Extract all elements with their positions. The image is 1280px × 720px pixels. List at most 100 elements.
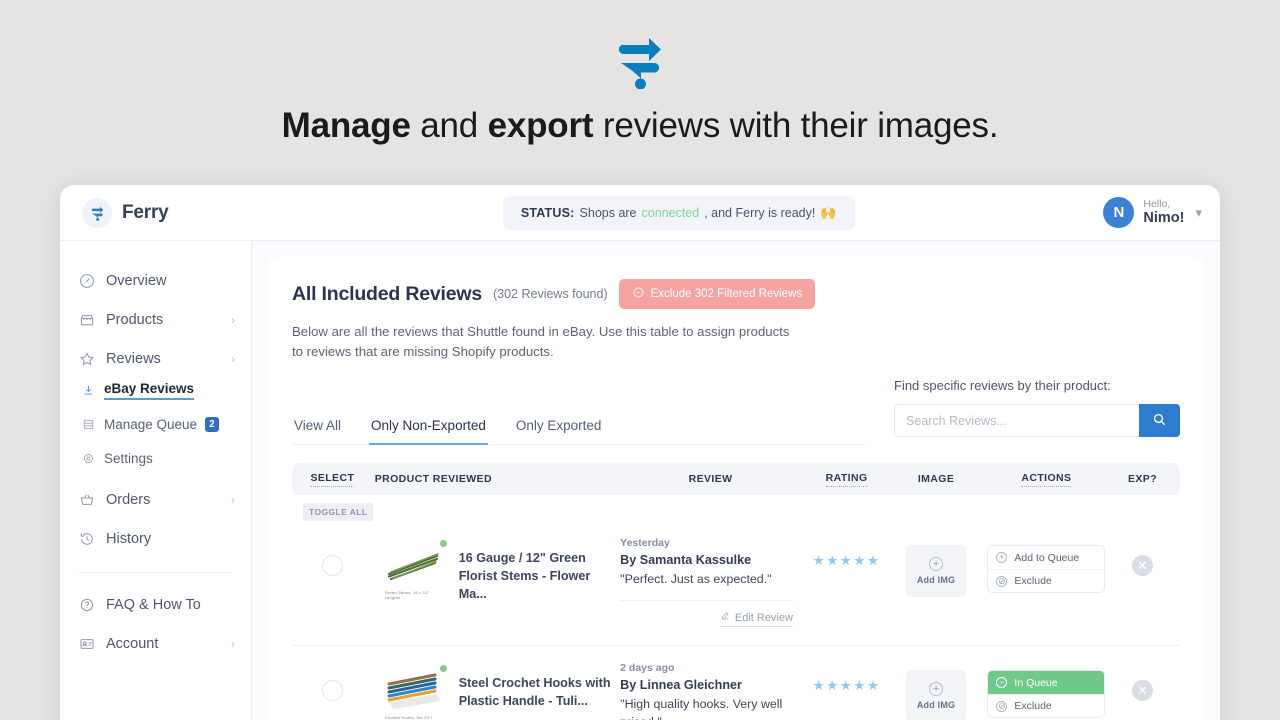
user-menu[interactable]: N Hello, Nimo! ▾ (1103, 197, 1202, 228)
sidebar-item-faq[interactable]: FAQ & How To (60, 585, 251, 624)
edit-review-wrap: Edit Review (620, 600, 793, 627)
ban-icon: ⊘ (996, 575, 1008, 587)
sidebar-item-reviews[interactable]: Reviews › (60, 339, 251, 378)
not-exported-icon[interactable]: ✕ (1132, 555, 1153, 576)
row-rating-cell: ★★★★★ (801, 662, 892, 694)
id-card-icon (78, 635, 95, 652)
add-to-queue-button[interactable]: + Add to Queue (988, 546, 1104, 569)
headline-tail: reviews with their images. (593, 106, 999, 145)
row-select-cell (300, 537, 365, 576)
sidebar-item-orders[interactable]: Orders › (60, 480, 251, 519)
hero-headline: Manage and export reviews with their ima… (0, 103, 1280, 149)
minus-circle-icon: − (996, 677, 1008, 688)
status-banner: STATUS: Shops are connected , and Ferry … (502, 195, 855, 230)
page-description: Below are all the reviews that Shuttle f… (292, 324, 790, 359)
status-connected: connected (641, 205, 700, 220)
sidebar-item-history[interactable]: History (60, 519, 251, 558)
sidebar-item-settings[interactable]: Settings (82, 446, 251, 471)
exclude-row-button[interactable]: ⊘ Exclude (988, 694, 1105, 717)
row-rating-cell: ★★★★★ (801, 537, 892, 569)
status-text-before: Shops are (579, 205, 637, 220)
sidebar-item-manage-queue[interactable]: Manage Queue 2 (82, 412, 251, 437)
user-name: Nimo! (1143, 210, 1185, 227)
status-label: STATUS: (520, 205, 575, 220)
ferry-logo-icon (618, 38, 661, 89)
search-row (894, 404, 1180, 437)
page-root: Manage and export reviews with their ima… (0, 0, 1280, 720)
chevron-right-icon: › (231, 636, 235, 651)
table-row: Crochet Hooks, Set Of 7 Sizes Steel Croc… (292, 646, 1180, 720)
list-icon (82, 418, 96, 432)
col-rating: RATING (801, 472, 892, 487)
search-block: Find specific reviews by their product: (894, 378, 1180, 445)
not-exported-icon[interactable]: ✕ (1132, 680, 1153, 701)
row-select-radio[interactable] (321, 680, 343, 701)
sidebar: Overview Products › Reviews › eBay Revie… (60, 241, 252, 720)
queue-badge: 2 (205, 417, 219, 432)
raising-hands-icon: 🙌 (820, 204, 837, 220)
exclude-button-label: Exclude 302 Filtered Reviews (650, 288, 803, 300)
exclude-row-label: Exclude (1014, 575, 1052, 587)
filter-tabs: View All Only Non-Exported Only Exported (292, 418, 866, 445)
status-dot (437, 663, 449, 674)
question-icon (78, 596, 95, 613)
search-button[interactable] (1139, 404, 1180, 437)
edit-icon (720, 611, 730, 624)
row-exp-cell: ✕ (1113, 537, 1172, 576)
hero-logo (0, 28, 1280, 90)
headline-bold-manage: Manage (281, 106, 411, 145)
exclude-filtered-button[interactable]: Exclude 302 Filtered Reviews (618, 279, 816, 309)
add-image-label: Add IMG (916, 700, 956, 710)
tab-only-non-exported[interactable]: Only Non-Exported (369, 418, 488, 445)
row-image-cell: + Add IMG (892, 537, 980, 597)
sidebar-item-label: History (106, 530, 152, 547)
row-image-cell: + Add IMG (892, 662, 980, 720)
ferry-logo-icon (91, 206, 103, 221)
chevron-down-icon[interactable]: ▾ (1195, 205, 1202, 221)
chevron-right-icon: › (231, 492, 235, 507)
gauge-icon (78, 272, 95, 289)
search-label: Find specific reviews by their product: (894, 378, 1111, 393)
plus-circle-icon: + (929, 682, 944, 696)
toggle-all-button[interactable]: TOGGLE ALL (303, 503, 374, 521)
sidebar-divider (78, 572, 233, 573)
app-body: Overview Products › Reviews › eBay Revie… (60, 241, 1220, 720)
col-exp: EXP? (1127, 473, 1158, 485)
tab-only-exported[interactable]: Only Exported (514, 418, 604, 445)
row-select-radio[interactable] (321, 555, 343, 576)
table-header-row: SELECT PRODUCT REVIEWED REVIEW RATING IM… (292, 463, 1180, 495)
review-author: By Linnea Gleichner (620, 678, 742, 692)
edit-review-link[interactable]: Edit Review (719, 611, 793, 627)
sidebar-item-overview[interactable]: Overview (60, 261, 251, 300)
row-review-cell: 2 days ago By Linnea Gleichner "High qua… (620, 662, 801, 720)
headline-bold-export: export (487, 106, 594, 145)
user-greeting: Hello, (1143, 198, 1171, 211)
gear-icon (82, 452, 96, 466)
exclude-row-label: Exclude (1014, 700, 1052, 712)
in-queue-button[interactable]: − In Queue (988, 671, 1105, 694)
add-image-button[interactable]: + Add IMG (906, 545, 967, 597)
content-card: All Included Reviews (302 Reviews found)… (268, 257, 1204, 720)
table-row: Green Stems, 16 x 12" Lengths 16 Gauge /… (292, 521, 1180, 646)
add-to-queue-label: Add to Queue (1014, 551, 1080, 564)
sidebar-item-account[interactable]: Account › (60, 624, 251, 663)
in-queue-label: In Queue (1014, 676, 1058, 689)
sidebar-item-products[interactable]: Products › (60, 300, 251, 339)
exclude-row-button[interactable]: ⊘ Exclude (988, 569, 1105, 592)
col-image: IMAGE (917, 473, 955, 485)
review-text: "Perfect. Just as expected." (620, 572, 772, 586)
search-input[interactable] (894, 404, 1139, 437)
plus-circle-icon: + (929, 557, 944, 571)
rating-stars: ★★★★★ (812, 553, 881, 568)
add-image-button[interactable]: + Add IMG (906, 670, 967, 720)
sidebar-item-label: Products (106, 311, 164, 328)
product-thumbnail: Crochet Hooks, Set Of 7 Sizes (384, 663, 449, 720)
app-window: Ferry STATUS: Shops are connected , and … (60, 185, 1220, 720)
tab-view-all[interactable]: View All (292, 418, 343, 445)
brand[interactable]: Ferry (82, 197, 254, 228)
brand-name: Ferry (122, 201, 169, 223)
page-title: All Included Reviews (292, 282, 482, 305)
sidebar-item-ebay-reviews[interactable]: eBay Reviews (82, 378, 251, 403)
status-text-after: , and Ferry is ready! (704, 205, 816, 220)
sidebar-item-label: Reviews (106, 350, 161, 367)
